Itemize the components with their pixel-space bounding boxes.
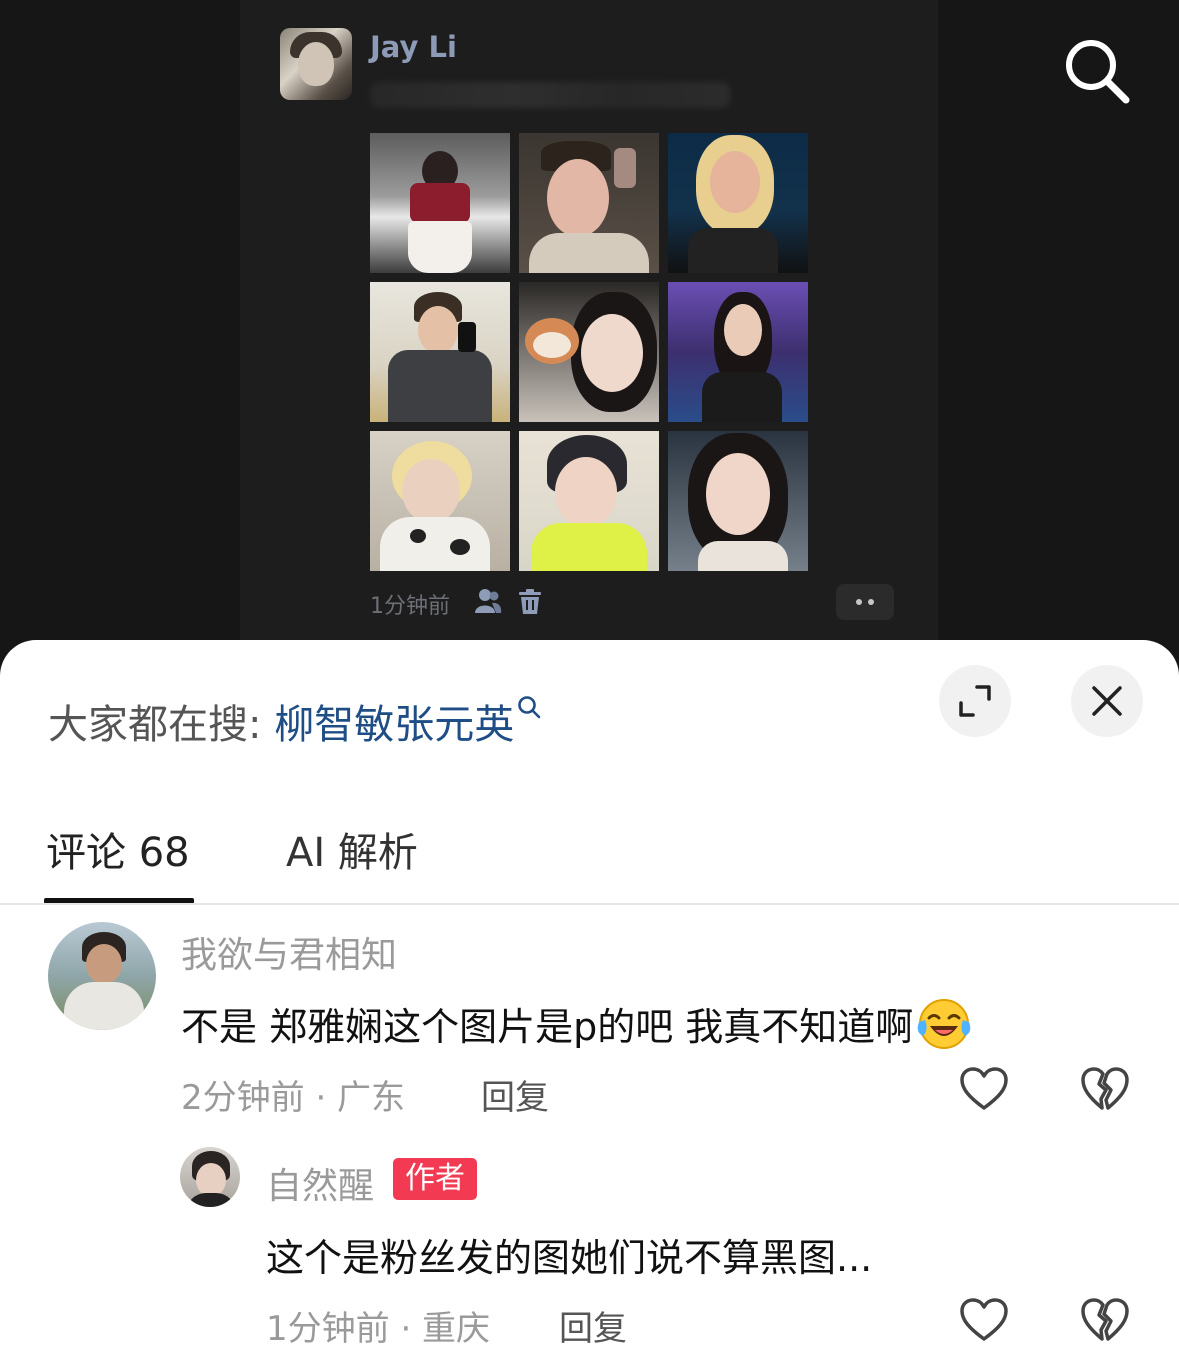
broken-heart-icon[interactable] <box>1080 1297 1130 1343</box>
comment-meta: 2分钟前 · 广东 <box>181 1078 406 1118</box>
author-badge: 作者 <box>393 1158 477 1200</box>
close-icon <box>1092 686 1122 716</box>
search-icon[interactable] <box>1060 34 1132 106</box>
heart-icon[interactable] <box>959 1297 1009 1343</box>
tab-comments[interactable]: 评论 68 <box>46 820 190 878</box>
comment-text: 不是 郑雅娴这个图片是p的吧 我真不知道啊 <box>181 996 973 1052</box>
expand-icon <box>959 685 991 717</box>
broken-heart-icon[interactable] <box>1080 1066 1130 1112</box>
tab-divider <box>0 903 1179 905</box>
photo-street[interactable] <box>370 133 510 273</box>
trending-search-prefix: 大家都在搜: <box>48 702 275 748</box>
laughing-crying-emoji-icon <box>917 999 971 1049</box>
heart-icon[interactable] <box>959 1066 1009 1112</box>
photo-hamster-selfie[interactable] <box>519 282 659 422</box>
blurred-post-text <box>370 82 730 108</box>
avatar[interactable] <box>180 1147 240 1207</box>
photo-blonde-stage[interactable] <box>668 133 808 273</box>
tab-ai-analysis[interactable]: AI 解析 <box>286 820 418 878</box>
reply-button[interactable]: 回复 <box>559 1301 627 1349</box>
post-timestamp: 1分钟前 <box>370 594 450 619</box>
photo-stage-mic[interactable] <box>668 282 808 422</box>
comment-text-body: 不是 郑雅娴这个图片是p的吧 我真不知道啊 <box>181 1005 914 1049</box>
friends-visibility-icon[interactable] <box>474 588 502 614</box>
reply-button[interactable]: 回复 <box>481 1070 549 1119</box>
author-avatar[interactable] <box>280 28 352 100</box>
avatar[interactable] <box>48 922 156 1030</box>
photo-grid <box>370 133 810 573</box>
close-button[interactable] <box>1071 665 1143 737</box>
search-icon <box>518 696 541 719</box>
photo-smiling[interactable] <box>668 431 808 571</box>
author-name[interactable]: Jay Li <box>370 30 457 64</box>
trending-search-keyword[interactable]: 柳智敏张元英 <box>274 702 514 748</box>
more-options-button[interactable] <box>836 584 894 620</box>
comment-meta: 1分钟前 · 重庆 <box>266 1309 491 1349</box>
photo-mirror-selfie[interactable] <box>370 282 510 422</box>
trending-search-bar[interactable]: 大家都在搜: 柳智敏张元英 <box>48 692 542 750</box>
comment-username[interactable]: 我欲与君相知 <box>181 926 397 978</box>
photo-spiky-hair[interactable] <box>519 133 659 273</box>
photo-blonde-cow[interactable] <box>370 431 510 571</box>
expand-button[interactable] <box>939 665 1011 737</box>
photo-yellow-shirt[interactable] <box>519 431 659 571</box>
comment-username[interactable]: 自然醒 <box>266 1157 374 1209</box>
comments-sheet: 大家都在搜: 柳智敏张元英 评论 68 AI 解析 我欲与君相知 不是 郑雅娴这… <box>0 640 1179 1349</box>
comment-text: 这个是粉丝发的图她们说不算黑图... <box>266 1236 873 1280</box>
trash-icon[interactable] <box>518 589 542 615</box>
